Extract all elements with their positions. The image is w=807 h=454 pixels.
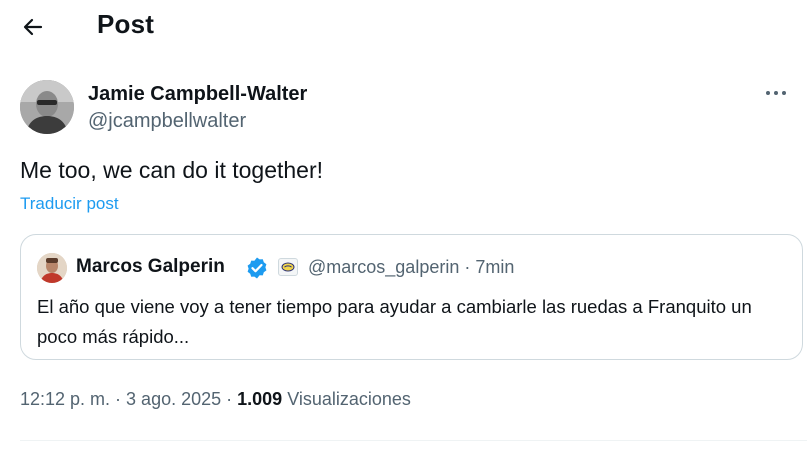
quoted-author-photo-icon bbox=[37, 253, 67, 283]
affiliate-badge-icon bbox=[278, 258, 298, 276]
post-timestamp[interactable]: 12:12 p. m. · 3 ago. 2025 · bbox=[20, 389, 237, 409]
arrow-left-icon bbox=[23, 18, 43, 36]
post-page: Post Jamie Campbell-Walter @jcampbellwal… bbox=[0, 0, 807, 454]
translate-post-link[interactable]: Traducir post bbox=[20, 194, 119, 214]
quoted-post-text: El año que viene voy a tener tiempo para… bbox=[37, 296, 752, 347]
author-photo-icon bbox=[20, 80, 74, 134]
more-options-button[interactable] bbox=[762, 82, 790, 104]
more-horizontal-icon bbox=[766, 91, 786, 95]
author-name[interactable]: Jamie Campbell-Walter bbox=[88, 83, 307, 106]
quoted-author-handle-time[interactable]: @marcos_galperin · 7min bbox=[308, 257, 514, 278]
post-metadata: 12:12 p. m. · 3 ago. 2025 · 1.009 Visual… bbox=[20, 389, 411, 410]
post-text: Me too, we can do it together! bbox=[20, 157, 324, 183]
author-handle[interactable]: @jcampbellwalter bbox=[88, 110, 246, 133]
affiliate-logo-icon bbox=[281, 262, 295, 272]
post-author: Jamie Campbell-Walter @jcampbellwalter bbox=[20, 78, 790, 138]
page-title: Post bbox=[97, 9, 155, 39]
author-avatar[interactable] bbox=[20, 80, 74, 134]
views-label: Visualizaciones bbox=[282, 389, 411, 409]
views-count: 1.009 bbox=[237, 389, 283, 409]
quoted-author-avatar[interactable] bbox=[37, 253, 67, 283]
quoted-author-name[interactable]: Marcos Galperin bbox=[76, 256, 225, 278]
verified-badge-icon bbox=[247, 257, 267, 279]
back-button[interactable] bbox=[17, 11, 49, 43]
quoted-post-card[interactable]: Marcos Galperin @marcos_galperin · 7min … bbox=[20, 234, 803, 360]
page-header: Post bbox=[0, 0, 807, 52]
divider bbox=[20, 440, 807, 441]
